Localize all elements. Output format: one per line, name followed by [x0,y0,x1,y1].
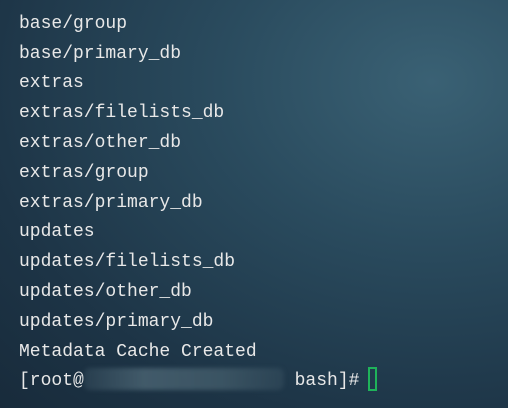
output-line: Metadata Cache Created [19,341,257,362]
shell-prompt[interactable]: [root@ bash]# [19,366,378,397]
output-line: extras [19,73,84,94]
prompt-suffix: bash]# [283,371,360,392]
output-line: extras/filelists_db [19,103,225,124]
output-line: updates [19,222,95,243]
redacted-hostname [83,367,284,390]
output-line: extras/group [19,162,149,183]
output-line: base/other_db [19,0,377,10]
output-line: extras/primary_db [19,192,203,213]
output-line: extras/other_db [19,132,182,153]
output-line: updates/primary_db [19,311,214,332]
terminal-output[interactable]: base/other_db base/group base/primary_db… [19,0,378,397]
output-line: base/primary_db [19,43,182,64]
prompt-prefix: [root@ [19,371,84,392]
text-cursor [368,366,378,391]
output-line: updates/other_db [19,281,192,302]
output-line: base/group [19,13,128,34]
output-line: updates/filelists_db [19,252,236,273]
